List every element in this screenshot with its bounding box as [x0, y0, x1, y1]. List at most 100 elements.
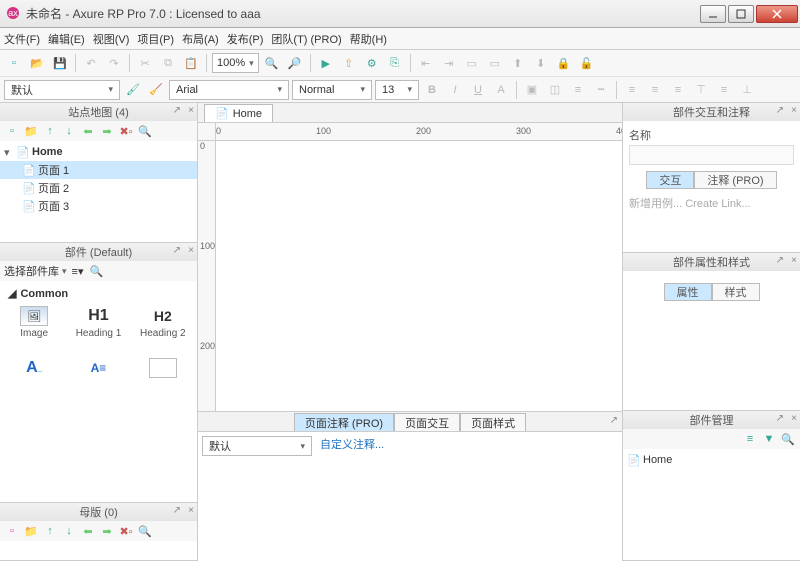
custom-notes-link[interactable]: 自定义注释...	[320, 436, 384, 452]
menu-edit[interactable]: 编辑(E)	[48, 31, 85, 47]
menu-file[interactable]: 文件(F)	[4, 31, 40, 47]
add-page-icon[interactable]: ▫	[4, 123, 20, 139]
font-weight-select[interactable]: Normal▾	[292, 80, 372, 100]
zoom-field[interactable]: 100%▾	[212, 53, 259, 73]
lock-icon[interactable]: 🔒	[554, 53, 574, 73]
zoom-in-icon[interactable]: 🔍	[262, 53, 282, 73]
move-down-icon[interactable]: ↓	[61, 123, 77, 139]
add-master-icon[interactable]: ▫	[4, 523, 20, 539]
bold-icon[interactable]: B	[422, 80, 442, 100]
tab-properties[interactable]: 属性	[664, 283, 712, 301]
widget-text[interactable]: A_	[4, 358, 64, 406]
indent-icon[interactable]: ➡	[99, 523, 115, 539]
close-panel-icon[interactable]: ×	[188, 105, 194, 116]
search-icon[interactable]: 🔍	[137, 523, 153, 539]
close-panel-icon[interactable]: ×	[188, 245, 194, 256]
paint-icon[interactable]: 🖌	[123, 80, 143, 100]
pin-icon[interactable]: ↗	[776, 413, 784, 424]
align-right-icon[interactable]: ⇥	[439, 53, 459, 73]
search-icon[interactable]: 🔍	[780, 431, 796, 447]
valign-t-icon[interactable]: ⊤	[691, 80, 711, 100]
tree-page2[interactable]: 📄页面 2	[0, 179, 197, 197]
underline-icon[interactable]: U	[468, 80, 488, 100]
pin-icon[interactable]: ↗	[173, 105, 181, 116]
align-left-icon[interactable]: ⇤	[416, 53, 436, 73]
tree-home[interactable]: ▾📄Home	[0, 143, 197, 161]
tree-page1[interactable]: 📄页面 1	[0, 161, 197, 179]
widget-rect[interactable]	[133, 358, 193, 406]
indent-icon[interactable]: ➡	[99, 123, 115, 139]
tab-interactions[interactable]: 交互	[646, 171, 694, 189]
border-color-icon[interactable]: ◫	[545, 80, 565, 100]
delete-icon[interactable]: ✖▫	[118, 523, 134, 539]
tab-styles[interactable]: 样式	[712, 283, 760, 301]
move-up-icon[interactable]: ↑	[42, 123, 58, 139]
tab-page-style[interactable]: 页面样式	[460, 413, 526, 431]
maximize-button[interactable]	[728, 5, 754, 23]
pin-icon[interactable]: ↗	[776, 105, 784, 116]
move-up-icon[interactable]: ↑	[42, 523, 58, 539]
move-down-icon[interactable]: ↓	[61, 523, 77, 539]
search-icon[interactable]: 🔍	[89, 263, 105, 279]
pin-icon[interactable]: ↗	[173, 505, 181, 516]
generate-icon[interactable]: ⚙	[362, 53, 382, 73]
menu-arrange[interactable]: 布局(A)	[182, 31, 219, 47]
widget-image[interactable]: 🖼Image	[4, 306, 64, 354]
close-panel-icon[interactable]: ×	[791, 105, 797, 116]
copy-icon[interactable]: ⧉	[158, 53, 178, 73]
menu-help[interactable]: 帮助(H)	[350, 31, 387, 47]
open-icon[interactable]: 📂	[27, 53, 47, 73]
popout-icon[interactable]: ↗	[610, 415, 618, 426]
widget-h1[interactable]: H1Heading 1	[68, 306, 128, 354]
paste-icon[interactable]: 📋	[181, 53, 201, 73]
close-panel-icon[interactable]: ×	[791, 255, 797, 266]
tab-page-notes[interactable]: 页面注释 (PRO)	[294, 413, 394, 431]
outdent-icon[interactable]: ⬅	[80, 523, 96, 539]
search-icon[interactable]: 🔍	[137, 123, 153, 139]
menu-project[interactable]: 项目(P)	[137, 31, 174, 47]
ungroup-icon[interactable]: ▭	[485, 53, 505, 73]
create-link[interactable]: Create Link...	[685, 198, 750, 210]
valign-b-icon[interactable]: ⊥	[737, 80, 757, 100]
pin-icon[interactable]: ↗	[776, 255, 784, 266]
font-name-select[interactable]: Arial▾	[169, 80, 289, 100]
preview-icon[interactable]: ▶	[316, 53, 336, 73]
unlock-icon[interactable]: 🔓	[577, 53, 597, 73]
tab-page-interactions[interactable]: 页面交互	[394, 413, 460, 431]
delete-icon[interactable]: ✖▫	[118, 123, 134, 139]
menu-view[interactable]: 视图(V)	[93, 31, 130, 47]
group-icon[interactable]: ▭	[462, 53, 482, 73]
border-width-icon[interactable]: ≡	[568, 80, 588, 100]
new-icon[interactable]: ▫	[4, 53, 24, 73]
italic-icon[interactable]: I	[445, 80, 465, 100]
text-color-icon[interactable]: A	[491, 80, 511, 100]
border-style-icon[interactable]: ┅	[591, 80, 611, 100]
save-icon[interactable]: 💾	[50, 53, 70, 73]
tree-page3[interactable]: 📄页面 3	[0, 197, 197, 215]
align-r-icon[interactable]: ≡	[668, 80, 688, 100]
add-case-link[interactable]: 新增用例...	[629, 198, 682, 210]
lib-select[interactable]: 选择部件库	[4, 263, 59, 279]
menu-publish[interactable]: 发布(P)	[227, 31, 264, 47]
widget-h2[interactable]: H2Heading 2	[133, 306, 193, 354]
note-set-select[interactable]: 默认▾	[202, 436, 312, 456]
lib-menu-icon[interactable]: ≡▾	[70, 263, 86, 279]
canvas[interactable]: 0 100 200 300 400 0 100 200 300	[198, 123, 622, 411]
sort-icon[interactable]: ≡	[742, 431, 758, 447]
back-icon[interactable]: ⬇	[531, 53, 551, 73]
tab-annotations[interactable]: 注释 (PRO)	[694, 171, 776, 189]
format-painter-icon[interactable]: 🧹	[146, 80, 166, 100]
add-folder-icon[interactable]: 📁	[23, 523, 39, 539]
align-c-icon[interactable]: ≡	[645, 80, 665, 100]
front-icon[interactable]: ⬆	[508, 53, 528, 73]
filter-icon[interactable]: ▼	[761, 431, 777, 447]
share-icon[interactable]: ⇧	[339, 53, 359, 73]
widget-paragraph[interactable]: A≡	[68, 358, 128, 406]
widget-group-common[interactable]: ◢Common	[4, 285, 193, 302]
outdent-icon[interactable]: ⬅	[80, 123, 96, 139]
cut-icon[interactable]: ✂	[135, 53, 155, 73]
redo-icon[interactable]: ↷	[104, 53, 124, 73]
undo-icon[interactable]: ↶	[81, 53, 101, 73]
manager-item-home[interactable]: 📄Home	[623, 451, 800, 469]
font-size-select[interactable]: 13▾	[375, 80, 419, 100]
